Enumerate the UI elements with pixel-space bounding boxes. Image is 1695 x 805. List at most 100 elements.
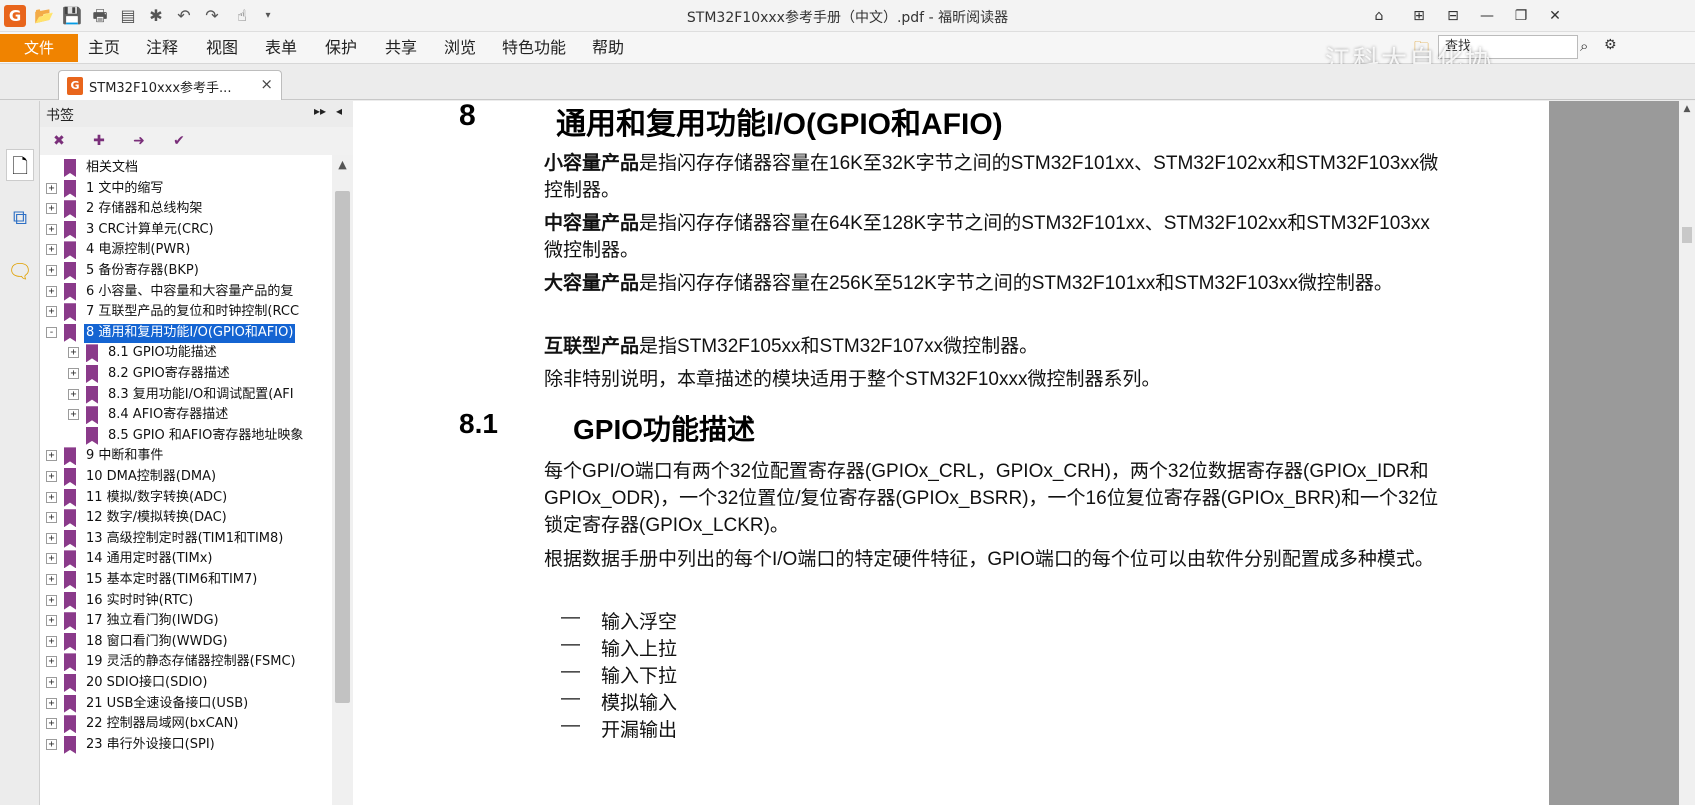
bookmark-item[interactable]: +13 高级控制定时器(TIM1和TIM8) — [40, 528, 332, 550]
bookmark-item[interactable]: 8.5 GPIO 和AFIO寄存器地址映象 — [40, 425, 332, 447]
menu-features[interactable]: 特色功能 — [502, 34, 566, 62]
document-tab[interactable]: G STM32F10xxx参考手... × — [58, 70, 282, 100]
delete-bookmark-icon[interactable]: ✖ — [50, 131, 68, 151]
scroll-thumb[interactable] — [1682, 227, 1692, 243]
bookmark-item[interactable]: - 8 通用和复用功能I/O(GPIO和AFIO) — [40, 322, 332, 344]
expand-icon[interactable]: + — [46, 677, 57, 688]
bookmark-item[interactable]: +2 存储器和总线构架 — [40, 198, 332, 220]
menu-view[interactable]: 视图 — [206, 34, 238, 62]
scroll-up-icon[interactable]: ▲ — [1679, 101, 1695, 117]
bookmark-item[interactable]: +4 电源控制(PWR) — [40, 239, 332, 261]
expand-icon[interactable]: + — [46, 182, 57, 194]
restore-icon[interactable]: ❐ — [1508, 4, 1534, 28]
add-bookmark-icon[interactable]: ✚ — [90, 131, 108, 151]
bookmark-item[interactable]: +8.4 AFIO寄存器描述 — [40, 404, 332, 426]
expand-icon[interactable]: + — [46, 244, 57, 256]
bookmark-item[interactable]: +8.2 GPIO寄存器描述 — [40, 363, 332, 385]
bookmark-item[interactable]: +18 窗口看门狗(WWDG) — [40, 631, 332, 653]
layout-icon[interactable]: ⊞ — [1406, 4, 1432, 28]
document-view: 8 通用和复用功能I/O(GPIO和AFIO) 小容量产品是指闪存存储器容量在1… — [353, 101, 1679, 805]
expand-icon[interactable]: + — [46, 285, 57, 297]
bookmark-options-icon[interactable]: ✔ — [170, 131, 188, 151]
minimize-icon[interactable]: — — [1474, 4, 1500, 28]
menu-help[interactable]: 帮助 — [592, 34, 624, 62]
bookmark-item[interactable]: +14 通用定时器(TIMx) — [40, 548, 332, 570]
expand-icon[interactable]: + — [68, 368, 79, 379]
expand-icon[interactable]: + — [68, 347, 79, 359]
close-tab-icon[interactable]: × — [260, 75, 273, 93]
bookmark-item[interactable]: +23 串行外设接口(SPI) — [40, 734, 332, 756]
bookmark-item[interactable]: +12 数字/模拟转换(DAC) — [40, 507, 332, 529]
expand-icon[interactable]: + — [68, 388, 79, 400]
expand-icon[interactable]: + — [46, 450, 57, 462]
bookmark-label: 7 互联型产品的复位和时钟控制(RCC — [86, 304, 300, 320]
expand-icon[interactable]: + — [46, 532, 57, 544]
expand-icon[interactable]: + — [46, 574, 57, 585]
menu-form[interactable]: 表单 — [265, 34, 297, 62]
bookmark-item[interactable]: 相关文档 — [40, 157, 332, 179]
expand-icon[interactable]: + — [46, 553, 57, 565]
bookmark-item[interactable]: +21 USB全速设备接口(USB) — [40, 693, 332, 715]
bookmark-label: 14 通用定时器(TIMx) — [86, 551, 213, 567]
bookmark-item[interactable]: +20 SDIO接口(SDIO) — [40, 672, 332, 694]
expand-icon[interactable]: + — [68, 409, 79, 421]
bookmark-panel-icon[interactable]: 🗋 — [6, 149, 34, 181]
bookmark-flag-icon — [64, 200, 76, 219]
bookmark-item[interactable]: +15 基本定时器(TIM6和TIM7) — [40, 569, 332, 591]
ribbon-toggle-icon[interactable]: ⊟ — [1440, 4, 1466, 28]
collapse-icon[interactable]: - — [46, 326, 57, 338]
expand-icon[interactable]: + — [46, 697, 57, 709]
document-scrollbar[interactable]: ▲ — [1679, 101, 1695, 805]
expand-icon[interactable]: + — [46, 615, 57, 627]
expand-icon[interactable]: + — [46, 223, 57, 235]
menu-file[interactable]: 文件 — [0, 34, 78, 62]
bookmark-flag-icon — [64, 612, 76, 631]
expand-icon[interactable]: + — [46, 656, 57, 668]
bookmark-item[interactable]: +7 互联型产品的复位和时钟控制(RCC — [40, 301, 332, 323]
bookmark-item[interactable]: +19 灵活的静态存储器控制器(FSMC) — [40, 651, 332, 673]
bookmark-item[interactable]: +9 中断和事件 — [40, 445, 332, 467]
bookmark-flag-icon — [64, 303, 76, 322]
bookmark-item[interactable]: +8.1 GPIO功能描述 — [40, 342, 332, 364]
panel-expand-icon[interactable]: ▸▸ — [314, 104, 326, 118]
menu-share[interactable]: 共享 — [385, 34, 417, 62]
menu-protect[interactable]: 保护 — [325, 34, 357, 62]
search-icon[interactable]: ⌕ — [1580, 37, 1588, 55]
expand-icon[interactable]: + — [46, 203, 57, 215]
expand-icon[interactable]: + — [46, 594, 57, 606]
promote-bookmark-icon[interactable]: ➜ — [130, 131, 148, 151]
bookmark-scrollbar[interactable]: ▲ — [332, 155, 353, 805]
expand-icon[interactable]: + — [46, 471, 57, 482]
panel-collapse-icon[interactable]: ◂ — [336, 104, 342, 118]
bookmark-item[interactable]: +1 文中的缩写 — [40, 178, 332, 200]
expand-icon[interactable]: + — [46, 718, 57, 730]
section-number: 8.1 — [459, 408, 498, 439]
bookmark-flag-icon — [64, 591, 76, 610]
scroll-thumb[interactable] — [335, 191, 350, 703]
bookmark-item[interactable]: +5 备份寄存器(BKP) — [40, 260, 332, 282]
bookmark-item[interactable]: +16 实时时钟(RTC) — [40, 590, 332, 612]
bookmark-item[interactable]: +8.3 复用功能I/O和调试配置(AFI — [40, 384, 332, 406]
expand-icon[interactable]: + — [46, 512, 57, 524]
bookmark-item[interactable]: +22 控制器局域网(bxCAN) — [40, 713, 332, 735]
page-thumbnails-icon[interactable]: ⧉ — [6, 201, 34, 233]
menu-annotate[interactable]: 注释 — [146, 34, 178, 62]
menu-home[interactable]: 主页 — [88, 34, 120, 62]
expand-icon[interactable]: + — [46, 738, 57, 750]
expand-icon[interactable]: + — [46, 635, 57, 647]
scroll-up-icon[interactable]: ▲ — [332, 155, 353, 175]
bookmark-item[interactable]: +3 CRC计算单元(CRC) — [40, 219, 332, 241]
bookmark-item[interactable]: +17 独立看门狗(IWDG) — [40, 610, 332, 632]
bookmark-item[interactable]: +11 模拟/数字转换(ADC) — [40, 487, 332, 509]
close-window-icon[interactable]: ✕ — [1542, 4, 1568, 28]
gear-icon[interactable]: ⚙ — [1604, 37, 1617, 53]
bookmark-item[interactable]: +6 小容量、中容量和大容量产品的复 — [40, 281, 332, 303]
expand-icon[interactable]: + — [46, 306, 57, 318]
menu-browse[interactable]: 浏览 — [444, 34, 476, 62]
bookmark-flag-icon — [64, 179, 76, 198]
expand-icon[interactable]: + — [46, 265, 57, 276]
expand-icon[interactable]: + — [46, 491, 57, 503]
comments-icon[interactable]: 🗨 — [6, 255, 34, 287]
tshirt-skin-icon[interactable]: ⌂ — [1366, 4, 1392, 28]
bookmark-item[interactable]: +10 DMA控制器(DMA) — [40, 466, 332, 488]
